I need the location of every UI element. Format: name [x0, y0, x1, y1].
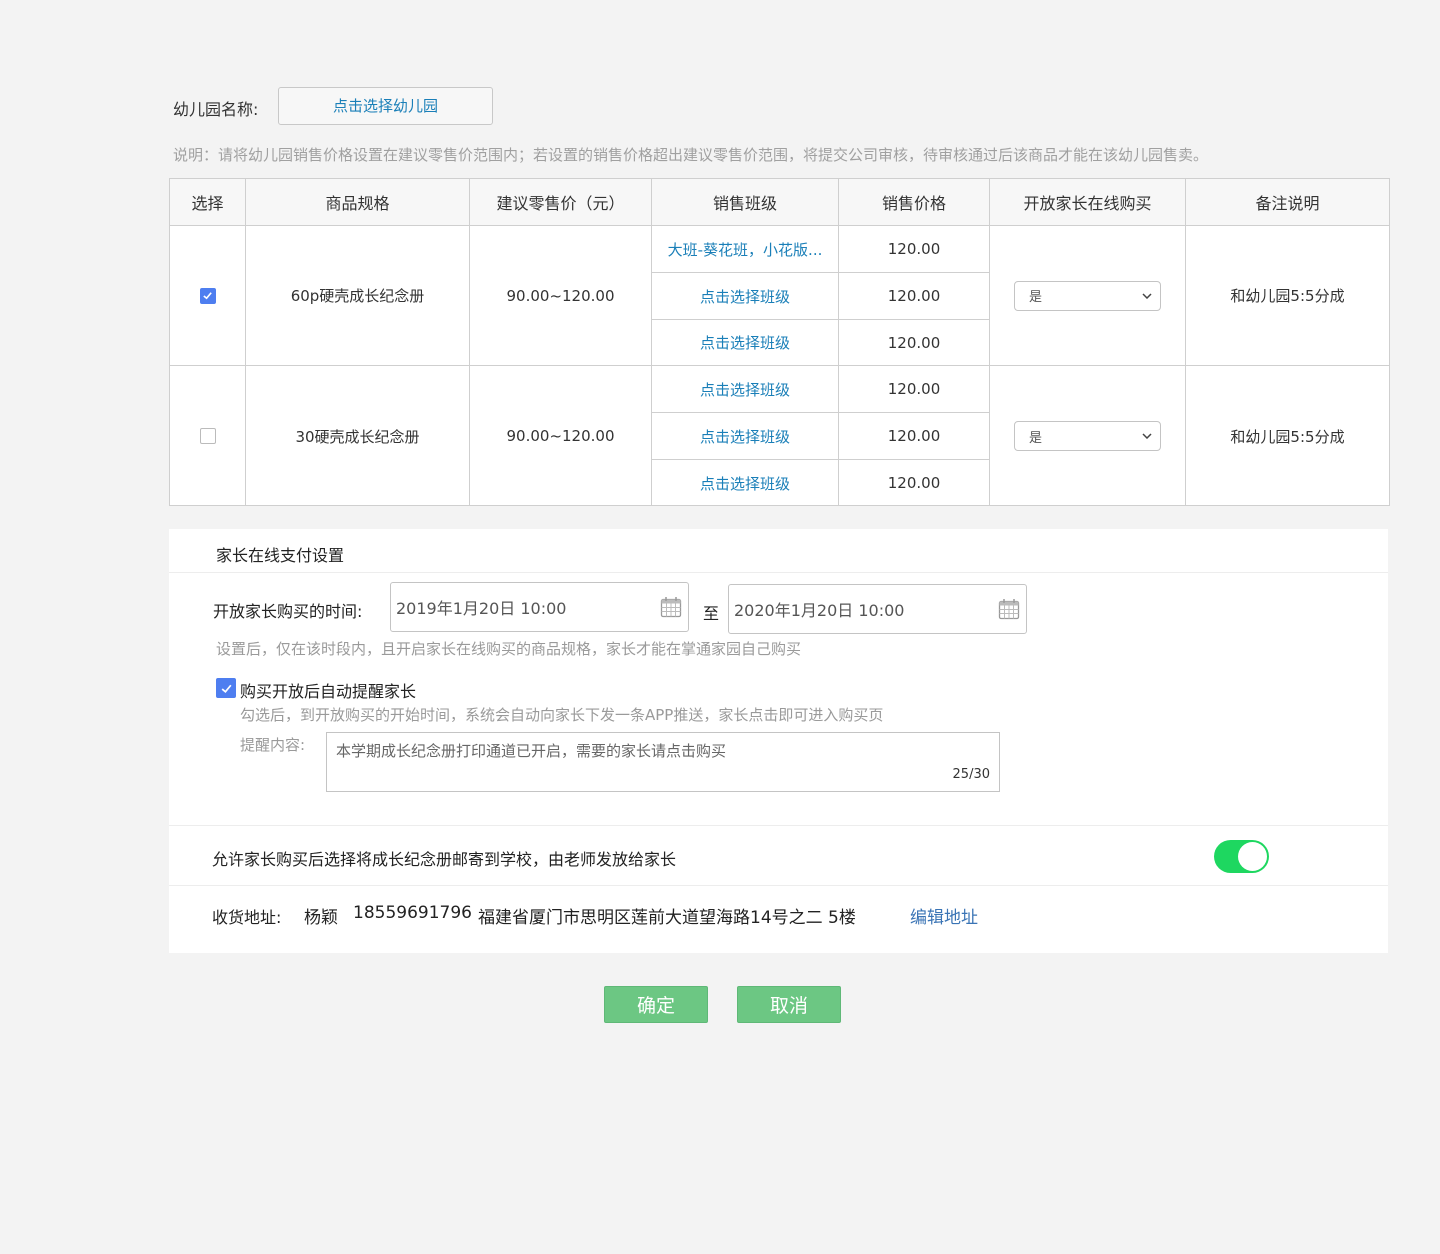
select-class-link[interactable]: 点击选择班级 [652, 320, 839, 366]
end-date-value: 2020年1月20日 10:00 [734, 601, 905, 620]
char-counter: 25/30 [952, 767, 990, 782]
address-phone: 18559691796 [353, 903, 472, 923]
table-row-select-cell [170, 366, 246, 506]
chevron-down-icon [1142, 433, 1152, 439]
toggle-knob [1238, 842, 1267, 871]
remind-hint: 勾选后，到开放购买的开始时间，系统会自动向家长下发一条APP推送，家长点击即可进… [240, 706, 884, 724]
header-sale-price: 销售价格 [839, 179, 990, 226]
confirm-button[interactable]: 确定 [604, 986, 708, 1023]
divider [169, 885, 1388, 886]
row-checkbox[interactable] [199, 287, 216, 304]
divider [169, 572, 1388, 573]
end-date-picker[interactable]: 2020年1月20日 10:00 [728, 584, 1027, 634]
remind-content-textarea[interactable]: 本学期成长纪念册打印通道已开启，需要的家长请点击购买 25/30 [326, 732, 1000, 792]
address-name: 杨颖 [304, 908, 338, 928]
open-online-select[interactable]: 是 [1014, 421, 1161, 451]
remind-checkbox[interactable] [216, 678, 236, 699]
header-open-online: 开放家长在线购买 [990, 179, 1186, 226]
select-class-link[interactable]: 点击选择班级 [652, 366, 839, 413]
open-online-value: 是 [1029, 290, 1043, 305]
remind-content-label: 提醒内容: [240, 736, 306, 754]
sale-price[interactable]: 120.00 [839, 460, 990, 506]
chevron-down-icon [1142, 292, 1152, 299]
table-row-select-cell [170, 226, 246, 366]
mail-to-school-label: 允许家长购买后选择将成长纪念册邮寄到学校，由老师发放给家长 [212, 850, 677, 869]
sale-price[interactable]: 120.00 [839, 366, 990, 413]
edit-address-link[interactable]: 编辑地址 [910, 903, 978, 928]
sale-price[interactable]: 120.00 [839, 320, 990, 366]
header-remark: 备注说明 [1186, 179, 1389, 226]
calendar-icon [660, 597, 682, 618]
product-spec: 60p硬壳成长纪念册 [246, 226, 470, 366]
remark: 和幼儿园5:5分成 [1186, 226, 1389, 366]
check-icon [221, 684, 231, 693]
open-time-hint: 设置后，仅在该时段内，且开启家长在线购买的商品规格，家长才能在掌通家园自己购买 [216, 640, 802, 658]
header-sale-class: 销售班级 [652, 179, 839, 226]
remind-content-value: 本学期成长纪念册打印通道已开启，需要的家长请点击购买 [336, 742, 727, 760]
cancel-button[interactable]: 取消 [737, 986, 841, 1023]
kindergarten-label: 幼儿园名称: [173, 100, 259, 119]
select-class-link[interactable]: 大班-葵花班，小花版... [652, 226, 839, 273]
header-suggested-price: 建议零售价（元） [470, 179, 652, 226]
suggested-price: 90.00~120.00 [470, 226, 652, 366]
sale-price[interactable]: 120.00 [839, 413, 990, 460]
row-checkbox[interactable] [199, 428, 216, 444]
check-icon [203, 292, 212, 300]
sale-price[interactable]: 120.00 [839, 226, 990, 273]
remind-checkbox-box[interactable] [216, 678, 236, 698]
product-spec: 30硬壳成长纪念册 [246, 366, 470, 506]
open-online-select[interactable]: 是 [1014, 280, 1161, 311]
select-class-link[interactable]: 点击选择班级 [652, 460, 839, 506]
open-online-value: 是 [1029, 430, 1043, 446]
product-table: 选择 商品规格 建议零售价（元） 销售班级 销售价格 开放家长在线购买 备注说明… [169, 178, 1390, 506]
header-spec: 商品规格 [246, 179, 470, 226]
select-class-link[interactable]: 点击选择班级 [652, 273, 839, 320]
mail-to-school-toggle[interactable] [1214, 840, 1269, 873]
date-range-separator: 至 [703, 604, 720, 623]
start-date-picker[interactable]: 2019年1月20日 10:00 [390, 582, 689, 632]
open-time-label: 开放家长购买的时间: [213, 602, 363, 621]
sale-price[interactable]: 120.00 [839, 273, 990, 320]
divider [169, 825, 1388, 826]
select-class-link[interactable]: 点击选择班级 [652, 413, 839, 460]
select-kindergarten-button[interactable]: 点击选择幼儿园 [278, 87, 493, 125]
calendar-icon [998, 599, 1020, 620]
payment-settings-title: 家长在线支付设置 [216, 546, 345, 565]
remark: 和幼儿园5:5分成 [1230, 427, 1345, 446]
open-online-cell: 是 [990, 226, 1186, 366]
pricing-note: 说明：请将幼儿园销售价格设置在建议零售价范围内；若设置的销售价格超出建议零售价范… [173, 146, 1209, 164]
start-date-value: 2019年1月20日 10:00 [396, 599, 567, 618]
remind-label[interactable]: 购买开放后自动提醒家长 [240, 678, 416, 702]
open-online-cell: 是 [990, 366, 1186, 506]
suggested-price: 90.00~120.00 [470, 366, 652, 506]
address-detail: 福建省厦门市思明区莲前大道望海路14号之二 5楼 [478, 908, 856, 928]
address-label: 收货地址: [212, 908, 282, 927]
header-select: 选择 [170, 179, 246, 226]
